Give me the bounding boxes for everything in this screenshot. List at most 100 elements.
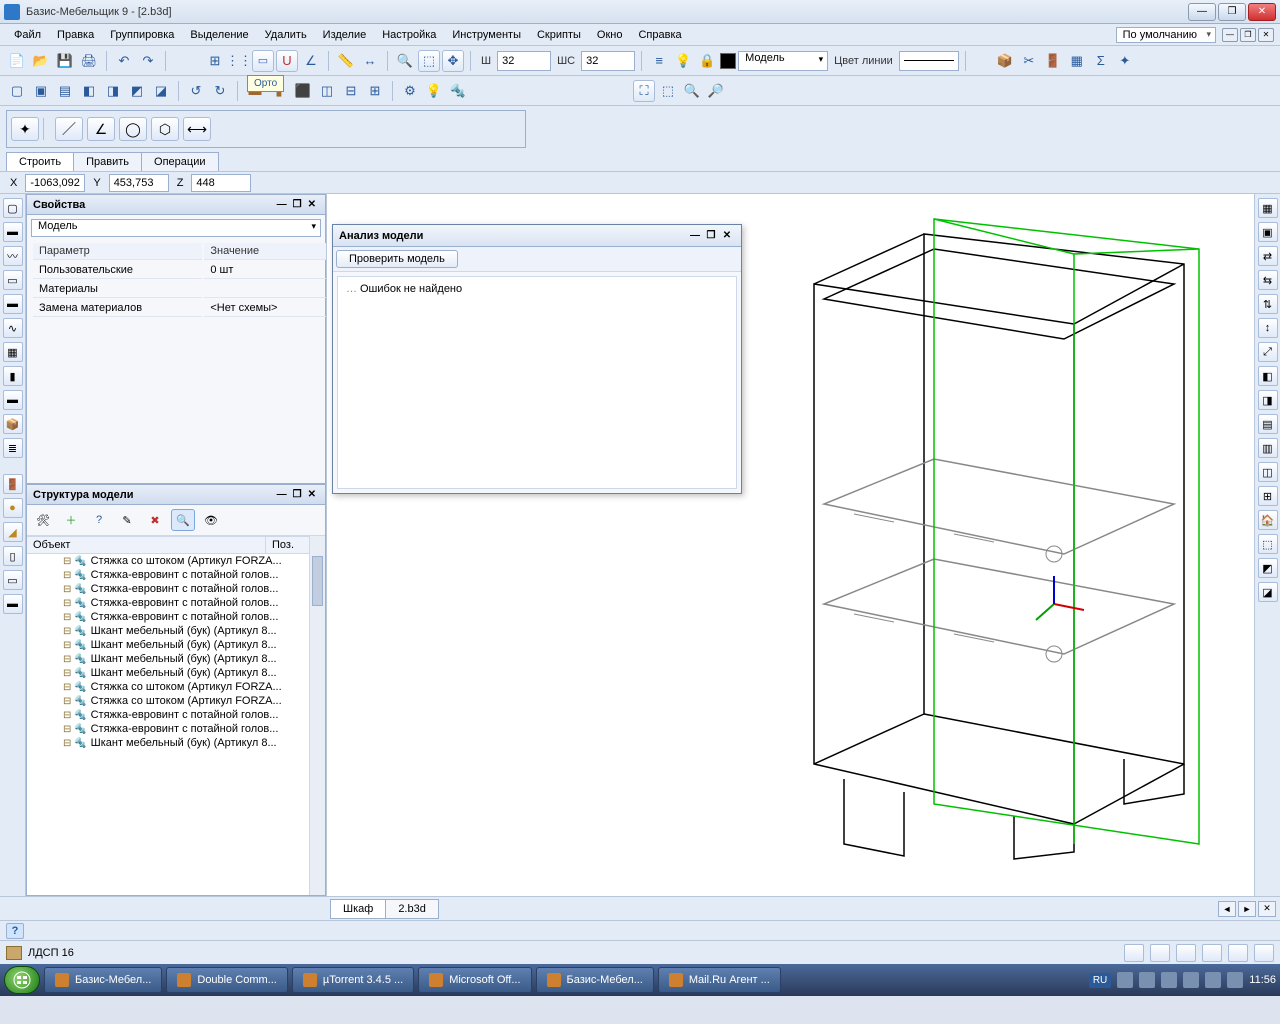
rotate-ccw-icon[interactable]: ↺ [185,80,207,102]
rail-countertop-icon[interactable]: ▭ [3,570,23,590]
vp-fit-icon[interactable]: ⛶ [633,80,655,102]
rr-15-icon[interactable]: ⬚ [1258,534,1278,554]
status-btn-3[interactable] [1176,944,1196,962]
magnet-icon[interactable]: U [276,50,298,72]
rr-1-icon[interactable]: ▦ [1258,198,1278,218]
task-item[interactable]: Mail.Ru Агент ... [658,967,781,993]
viewport[interactable]: Анализ модели — ❐ ✕ Проверить модель Оши… [326,194,1254,896]
shelf-icon[interactable]: ⊟ [340,80,362,102]
line-tool-icon[interactable]: ／ [55,117,83,141]
help-icon[interactable]: ? [6,923,24,939]
rail-plate-icon[interactable]: ▬ [3,222,23,242]
rr-7-icon[interactable]: ⤢ [1258,342,1278,362]
tray-icon[interactable] [1205,972,1221,988]
view-right-icon[interactable]: ▣ [30,80,52,102]
rail-wedge-icon[interactable]: ◢ [3,522,23,542]
task-item[interactable]: µTorrent 3.4.5 ... [292,967,414,993]
view-back-icon[interactable]: ◩ [126,80,148,102]
menu-window[interactable]: Окно [589,27,631,43]
tree-item[interactable]: Стяжка-евровинт с потайной голов... [27,610,309,624]
doc-tab-0[interactable]: Шкаф [330,899,386,919]
props-max-icon[interactable]: ❐ [290,199,305,210]
struct-tool-help-icon[interactable]: ? [87,509,111,531]
door-icon[interactable]: 🚪 [1042,50,1064,72]
view-top-icon[interactable]: ▤ [54,80,76,102]
menu-tools[interactable]: Инструменты [444,27,529,43]
menu-settings[interactable]: Настройка [374,27,444,43]
circle-tool-icon[interactable]: ◯ [119,117,147,141]
grid-icon[interactable]: ⋮⋮ [228,50,250,72]
x-input[interactable] [25,174,85,192]
struct-tool-wrench-icon[interactable]: 🛠 [31,509,55,531]
rail-vert-icon[interactable]: ▮ [3,366,23,386]
rr-8-icon[interactable]: ◧ [1258,366,1278,386]
dimension-icon[interactable]: ↔ [359,50,381,72]
mdi-restore-button[interactable]: ❐ [1240,28,1256,42]
divider-icon[interactable]: ⊞ [364,80,386,102]
tray-lang[interactable]: RU [1089,973,1111,988]
rr-3-icon[interactable]: ⇄ [1258,246,1278,266]
angle-icon[interactable]: ∠ [300,50,322,72]
open-icon[interactable]: 📂 [30,50,52,72]
menu-delete[interactable]: Удалить [257,27,315,43]
struct-max-icon[interactable]: ❐ [290,489,305,500]
vp-zoom-in-icon[interactable]: 🔍 [681,80,703,102]
angle-tool-icon[interactable]: ∠ [87,117,115,141]
menu-product[interactable]: Изделие [315,27,375,43]
tree-item[interactable]: Стяжка со штоком (Артикул FORZA... [27,554,309,568]
sigma-icon[interactable]: Σ [1090,50,1112,72]
rail-horiz-icon[interactable]: ▬ [3,390,23,410]
rr-2-icon[interactable]: ▣ [1258,222,1278,242]
menu-selection[interactable]: Выделение [182,27,256,43]
tree-item[interactable]: Стяжка-евровинт с потайной голов... [27,582,309,596]
lock-icon[interactable]: 🔒 [696,50,718,72]
rr-13-icon[interactable]: ⊞ [1258,486,1278,506]
tree-item[interactable]: Стяжка-евровинт с потайной голов... [27,708,309,722]
rail-panel-icon[interactable]: ▢ [3,198,23,218]
tab-ops[interactable]: Операции [141,152,218,171]
tray-icon[interactable] [1227,972,1243,988]
tree-item[interactable]: Шкант мебельный (бук) (Артикул 8... [27,624,309,638]
rail-grid-icon[interactable]: ▦ [3,342,23,362]
tree-item[interactable]: Шкант мебельный (бук) (Артикул 8... [27,666,309,680]
rail-box-icon[interactable]: 📦 [3,414,23,434]
shade-icon[interactable]: ≡ [648,50,670,72]
pan-icon[interactable]: ✥ [442,50,464,72]
restore-button[interactable]: ❐ [1218,3,1246,21]
analysis-max-icon[interactable]: ❐ [703,230,719,241]
struct-pin-icon[interactable]: — [274,489,290,500]
tab-nav-next-icon[interactable]: ► [1238,901,1256,917]
struct-tool-edit-icon[interactable]: ✎ [115,509,139,531]
struct-tool-eye-icon[interactable]: 👁 [199,509,223,531]
snap-icon[interactable]: ⊞ [204,50,226,72]
mdi-minimize-button[interactable]: — [1222,28,1238,42]
analysis-check-button[interactable]: Проверить модель [336,250,458,268]
dim-tool-icon[interactable]: ⟷ [183,117,211,141]
redo-icon[interactable]: ↷ [137,50,159,72]
rr-5-icon[interactable]: ⇅ [1258,294,1278,314]
width-input[interactable] [497,51,551,71]
model-combo[interactable]: Модель [738,51,828,71]
tray-clock[interactable]: 11:56 [1249,974,1276,986]
start-button[interactable] [4,966,40,994]
rail-door-icon[interactable]: 🚪 [3,474,23,494]
tray-icon[interactable] [1139,972,1155,988]
menu-group[interactable]: Группировка [102,27,182,43]
box3d-icon[interactable]: ⬛ [292,80,314,102]
tab-build[interactable]: Строить [6,152,74,171]
rr-6-icon[interactable]: ↕ [1258,318,1278,338]
tray-icon[interactable] [1183,972,1199,988]
misc-icon[interactable]: ✦ [1114,50,1136,72]
rotate-cw-icon[interactable]: ↻ [209,80,231,102]
task-item[interactable]: Базис-Мебел... [536,967,654,993]
rail-stack-icon[interactable]: ≣ [3,438,23,458]
tree-item[interactable]: Стяжка со штоком (Артикул FORZA... [27,694,309,708]
box3d2-icon[interactable]: ◫ [316,80,338,102]
status-btn-2[interactable] [1150,944,1170,962]
rail-front-icon[interactable]: ▯ [3,546,23,566]
hardware-icon[interactable]: 🔩 [447,80,469,102]
struct-tool-add-icon[interactable]: ＋ [59,509,83,531]
rr-16-icon[interactable]: ◩ [1258,558,1278,578]
doc-tab-1[interactable]: 2.b3d [385,899,439,919]
rr-10-icon[interactable]: ▤ [1258,414,1278,434]
